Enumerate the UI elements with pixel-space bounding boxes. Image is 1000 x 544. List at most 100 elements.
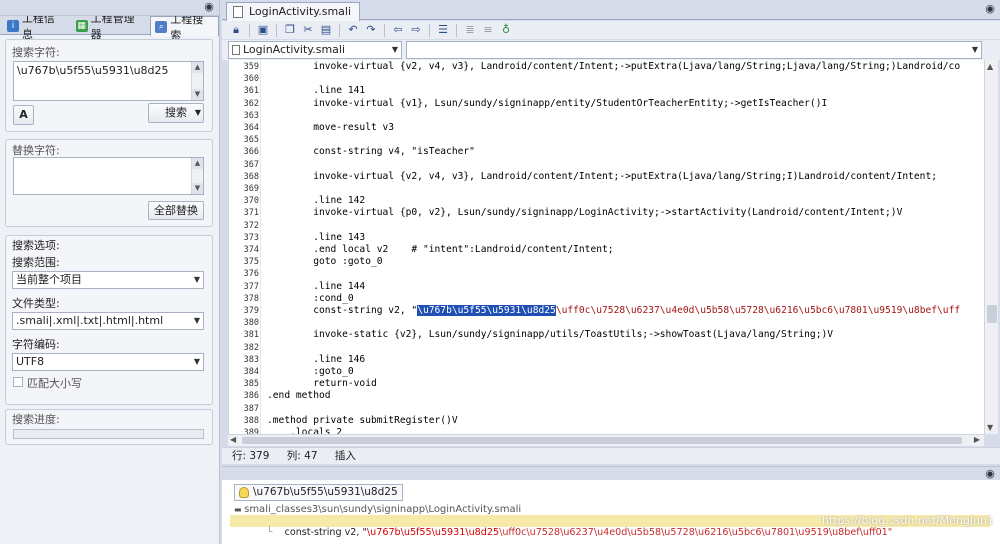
undo-icon[interactable]: ↶ (345, 22, 361, 38)
scroll-down-icon[interactable]: ▼ (192, 89, 203, 100)
line-number: 382 (243, 342, 259, 353)
code-line[interactable]: const-string v4, "isTeacher" (267, 146, 475, 158)
forward-icon[interactable]: ⇨ (408, 22, 424, 38)
back-icon[interactable]: ⇦ (390, 22, 406, 38)
code-editor[interactable]: 359 360 361 362 363 364 365 366 367 368 369 370 371 3… (228, 60, 984, 434)
code-line[interactable]: invoke-virtual {p0, v2}, Lsun/sundy/sign… (267, 207, 902, 219)
replace-all-button[interactable]: 全部替换 (148, 201, 204, 220)
collapse-icon[interactable]: ▬ (234, 505, 244, 514)
code-text: .line 143 (267, 231, 366, 243)
tab-login-activity[interactable]: LoginActivity.smali (226, 2, 361, 21)
scope-select[interactable]: 当前整个项目 ▼ (12, 271, 204, 289)
results-tab-label: \u767b\u5f55\u5931\u8d25 (253, 486, 398, 498)
code-text: :goto_0 (267, 366, 354, 377)
copy-icon[interactable]: ❐ (282, 22, 298, 38)
search-button-label: 搜索 (165, 106, 187, 119)
progress-bar (13, 429, 204, 439)
code-line[interactable]: .locals 2 (267, 427, 342, 434)
line-number: 380 (243, 318, 259, 329)
scroll-left-icon[interactable]: ◀ (230, 435, 236, 444)
match-case-checkbox[interactable] (13, 377, 23, 387)
scroll-right-icon[interactable]: ▶ (974, 435, 980, 444)
code-line[interactable]: :cond_0 (267, 293, 353, 305)
scroll-down-icon[interactable]: ▼ (987, 423, 993, 432)
filetype-value: .smali|.xml|.txt|.html|.html (16, 314, 164, 327)
code-line[interactable]: .line 141 (267, 85, 365, 97)
scroll-up-icon[interactable]: ▲ (192, 158, 203, 169)
replace-input-scrollbar[interactable]: ▲ ▼ (191, 158, 203, 194)
scroll-down-icon[interactable]: ▼ (192, 183, 203, 194)
cut-icon[interactable]: ✂ (300, 22, 316, 38)
run-icon[interactable]: ♁ (498, 22, 514, 38)
status-mode: 插入 (334, 450, 356, 462)
code-line[interactable]: .line 142 (267, 195, 365, 207)
code-line[interactable]: goto :goto_0 (267, 256, 383, 268)
search-input-scrollbar[interactable]: ▲ ▼ (191, 62, 203, 100)
scroll-thumb[interactable] (987, 305, 997, 323)
code-text: goto :goto_0 (267, 256, 383, 268)
line-number: 366 (243, 147, 259, 158)
format-icon[interactable]: ☰ (435, 22, 451, 38)
search-button[interactable]: 搜索 ▼ (148, 103, 204, 123)
code-line[interactable]: .end method (267, 390, 331, 402)
code-line[interactable]: invoke-virtual {v1}, Lsun/sundy/signinap… (267, 98, 827, 110)
editor-vertical-scrollbar[interactable]: ▲ ▼ (984, 60, 998, 434)
search-input[interactable]: \u767b\u5f55\u5931\u8d25 ▲ ▼ (13, 61, 204, 101)
chevron-down-icon: ▼ (391, 45, 398, 54)
info-icon: i (7, 20, 19, 32)
member-select[interactable]: ▼ (406, 41, 982, 59)
indent-icon[interactable]: ≡ (480, 22, 496, 38)
line-number: 374 (243, 245, 259, 255)
code-line[interactable]: invoke-static {v2}, Lsun/sundy/signinapp… (267, 329, 833, 341)
filetype-select[interactable]: .smali|.xml|.txt|.html|.html ▼ (12, 312, 204, 330)
code-text: return-void (267, 378, 377, 390)
replace-input[interactable]: ▲ ▼ (13, 157, 204, 195)
list-icon[interactable]: ≣ (462, 22, 478, 38)
code-line[interactable]: .line 146 (267, 354, 365, 366)
save-icon[interactable]: ▣ (255, 22, 271, 38)
code-line[interactable]: return-void (267, 378, 377, 390)
line-number: 379 (243, 306, 259, 316)
scroll-up-icon[interactable]: ▲ (192, 62, 203, 73)
line-number: 383 (243, 354, 259, 365)
file-select[interactable]: LoginActivity.smali ▼ (228, 41, 402, 59)
watermark-text: https://blog.csdn.net/MengJun1 (821, 514, 994, 527)
tab-project-search[interactable]: ⌕ 工程搜索 (150, 13, 219, 42)
redo-icon[interactable]: ↷ (363, 22, 379, 38)
status-bar: 行: 379 列: 47 插入 (222, 447, 1000, 464)
editor-horizontal-scrollbar[interactable]: ◀ ▶ (228, 434, 984, 446)
chevron-down-icon: ▼ (971, 45, 978, 54)
code-line[interactable]: :goto_0 (267, 366, 354, 378)
line-number: 376 (243, 269, 259, 280)
match-font-button[interactable]: A (13, 105, 34, 125)
line-number: 381 (243, 330, 259, 341)
lock-icon[interactable]: 🔒︎ (228, 22, 244, 38)
tab-project-manager[interactable]: ▦ 工程管理器 (71, 12, 151, 41)
chevron-down-icon: ▼ (193, 316, 200, 325)
options-title: 搜索选项: (12, 239, 60, 252)
line-number: 359 (243, 62, 259, 72)
code-line[interactable]: .method private submitRegister()V (267, 415, 458, 427)
code-line[interactable]: move-result v3 (267, 122, 394, 134)
code-line[interactable]: .line 144 (267, 281, 365, 293)
eye-icon[interactable]: ◉ (983, 3, 997, 15)
toolbar-separator (429, 23, 430, 37)
eye-icon[interactable]: ◉ (202, 1, 216, 13)
code-line[interactable]: .end local v2 # "intent":Landroid/conten… (267, 244, 613, 256)
scroll-up-icon[interactable]: ▲ (987, 62, 993, 71)
code-text: .locals 2 (267, 427, 343, 434)
code-text: invoke-virtual {v2, v4, v3}, Landroid/co… (267, 61, 961, 72)
result-file[interactable]: ▬ smali_classes3\sun\sundy\signinapp\Log… (234, 504, 521, 515)
code-line[interactable]: invoke-virtual {v2, v4, v3}, Landroid/co… (267, 171, 937, 183)
eye-icon[interactable]: ◉ (983, 468, 997, 480)
code-line[interactable]: invoke-virtual {v2, v4, v3}, Landroid/co… (267, 61, 960, 73)
code-line[interactable]: .line 143 (267, 232, 365, 244)
encoding-select[interactable]: UTF8 ▼ (12, 353, 204, 371)
results-tab[interactable]: \u767b\u5f55\u5931\u8d25 (234, 484, 403, 501)
code-line[interactable]: const-string v2, "\u767b\u5f55\u5931\u8d… (267, 305, 960, 317)
code-text: .end method (267, 390, 331, 402)
tab-project-info[interactable]: i 工程信息 (2, 12, 71, 41)
chevron-down-icon[interactable]: ▼ (195, 104, 201, 122)
scroll-thumb[interactable] (242, 437, 962, 444)
paste-icon[interactable]: ▤ (318, 22, 334, 38)
